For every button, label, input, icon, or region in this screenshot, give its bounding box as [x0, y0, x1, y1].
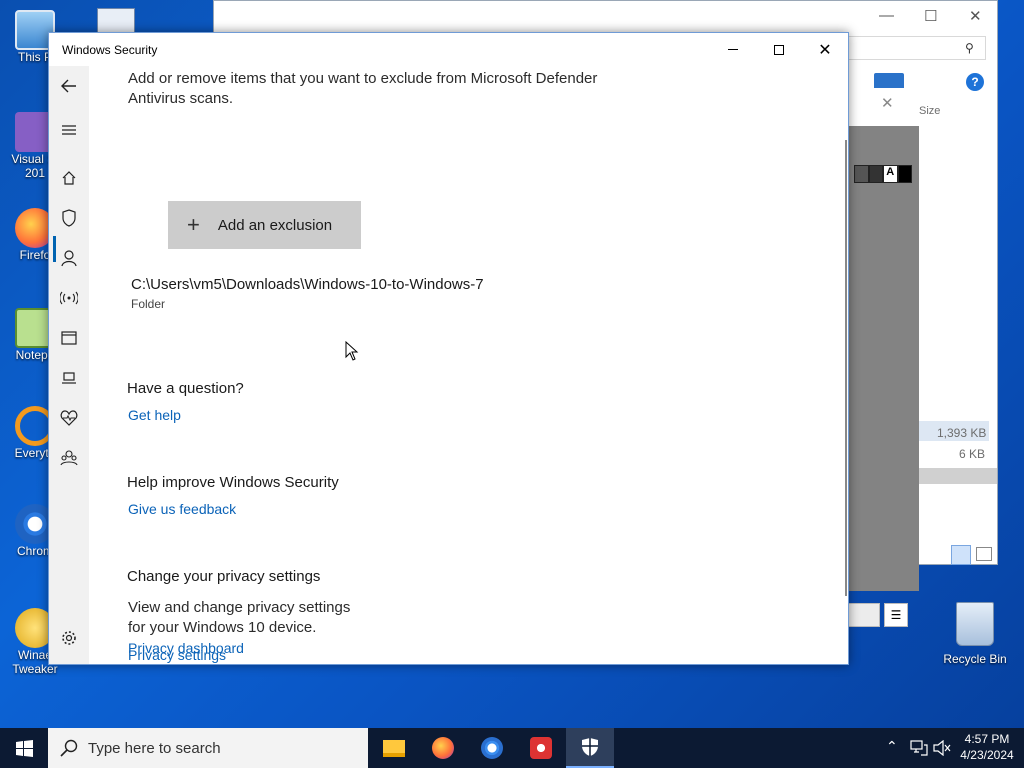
network-signal-icon — [60, 291, 78, 305]
have-question-heading: Have a question? — [127, 380, 244, 397]
nav-device-security[interactable] — [57, 366, 81, 390]
home-icon — [62, 171, 76, 185]
show-hidden-icons-button[interactable]: ⌃ — [886, 738, 898, 755]
close-icon[interactable]: ✕ — [969, 7, 982, 25]
file-size: 6 KB — [959, 447, 986, 461]
clock-time: 4:57 PM — [964, 732, 1010, 746]
back-button[interactable] — [57, 74, 81, 98]
family-icon — [60, 450, 78, 466]
menu-icon[interactable]: ☰ — [884, 603, 908, 627]
mouse-cursor-icon — [345, 341, 359, 361]
folder-icon — [383, 739, 405, 757]
nav-firewall-network[interactable] — [57, 286, 81, 310]
vertical-scrollbar[interactable] — [845, 140, 847, 596]
gear-icon — [530, 737, 552, 759]
minimize-icon[interactable]: — — [879, 7, 894, 24]
back-arrow-icon — [61, 79, 76, 93]
desktop-icon-recycle-bin[interactable]: Recycle Bin — [940, 602, 1010, 666]
browser-window-icon — [61, 331, 77, 345]
volume-tray-button[interactable] — [933, 739, 951, 761]
nav-family-options[interactable] — [57, 446, 81, 470]
size-column-header[interactable]: Size — [919, 105, 940, 117]
nav-virus-threat-protection[interactable] — [57, 206, 81, 230]
nav-account-protection[interactable] — [57, 246, 81, 270]
taskbar-settings-app[interactable] — [517, 728, 565, 768]
network-icon — [910, 740, 928, 756]
search-placeholder: Type here to search — [88, 739, 221, 757]
selected-indicator — [53, 236, 56, 262]
add-exclusion-label: Add an exclusion — [217, 216, 333, 234]
background-input[interactable] — [848, 603, 880, 627]
content-area: Add or remove items that you want to exc… — [89, 66, 844, 664]
recycle-bin-label: Recycle Bin — [943, 652, 1007, 666]
taskbar-firefox[interactable] — [419, 728, 467, 768]
hamburger-icon — [62, 125, 76, 135]
privacy-description: View and change privacy settings for you… — [128, 599, 351, 636]
details-view-icon[interactable] — [951, 545, 971, 565]
heart-pulse-icon — [60, 410, 78, 426]
network-tray-button[interactable] — [910, 740, 928, 761]
color-swatches[interactable]: A — [854, 165, 912, 183]
close-button[interactable]: ✕ — [802, 33, 848, 66]
get-help-link[interactable]: Get help — [128, 407, 181, 423]
shield-icon — [62, 209, 76, 227]
maximize-button[interactable] — [756, 33, 802, 66]
maximize-icon[interactable]: ☐ — [924, 7, 937, 25]
taskbar-chrome[interactable] — [468, 728, 516, 768]
nav-device-performance[interactable] — [57, 406, 81, 430]
search-icon: ⚲ — [965, 41, 974, 55]
privacy-heading: Change your privacy settings — [127, 568, 321, 585]
windows-security-window[interactable]: Windows Security ✕ Add or remove items t… — [48, 32, 849, 665]
close-icon[interactable]: ✕ — [881, 94, 894, 112]
firefox-icon — [432, 737, 454, 759]
maximize-icon — [774, 44, 784, 55]
horizontal-scrollbar[interactable] — [919, 468, 997, 484]
search-icon — [60, 739, 78, 757]
background-dialog-panel — [848, 88, 919, 591]
shield-icon — [582, 738, 598, 756]
nav-home[interactable] — [57, 166, 81, 190]
taskbar-search-box[interactable]: Type here to search — [48, 728, 368, 768]
large-icons-view-icon[interactable] — [976, 547, 992, 561]
exclusions-description: Add or remove items that you want to exc… — [128, 70, 598, 107]
taskbar-file-explorer[interactable] — [370, 728, 418, 768]
privacy-dashboard-link[interactable]: Privacy dashboard — [128, 640, 244, 656]
plus-icon: + — [187, 212, 200, 237]
exclusion-item[interactable]: C:\Users\vm5\Downloads\Windows-10-to-Win… — [131, 276, 581, 311]
person-icon — [61, 250, 77, 267]
recycle-bin-icon — [956, 602, 994, 646]
background-dialog-header: ✕ — [848, 88, 919, 126]
chevron-up-icon: ⌃ — [886, 738, 898, 754]
help-improve-heading: Help improve Windows Security — [127, 474, 339, 491]
close-icon: ✕ — [818, 41, 832, 59]
laptop-icon — [62, 372, 76, 384]
start-button[interactable] — [0, 728, 48, 768]
volume-muted-icon — [933, 739, 951, 757]
chrome-icon — [481, 737, 503, 759]
clock-date: 4/23/2024 — [960, 748, 1014, 762]
clock[interactable]: 4:57 PM 4/23/2024 — [955, 731, 1019, 763]
window-title: Windows Security — [62, 43, 158, 57]
title-bar[interactable]: Windows Security ✕ — [49, 33, 848, 66]
nav-app-browser-control[interactable] — [57, 326, 81, 350]
taskbar-windows-security[interactable] — [566, 728, 614, 768]
exclusion-path: C:\Users\vm5\Downloads\Windows-10-to-Win… — [131, 276, 484, 293]
windows-logo-icon — [15, 739, 33, 757]
hamburger-menu-button[interactable] — [57, 118, 81, 142]
navigation-rail — [49, 66, 89, 664]
nav-settings[interactable] — [57, 626, 81, 650]
add-exclusion-button[interactable]: + Add an exclusion — [168, 201, 361, 249]
minimize-button[interactable] — [710, 33, 756, 66]
file-size: 1,393 KB — [937, 426, 987, 440]
help-icon[interactable]: ? — [966, 73, 984, 91]
gear-icon — [62, 631, 76, 645]
feedback-link[interactable]: Give us feedback — [128, 501, 236, 517]
exclusion-type: Folder — [131, 297, 166, 311]
minimize-icon — [728, 49, 738, 50]
